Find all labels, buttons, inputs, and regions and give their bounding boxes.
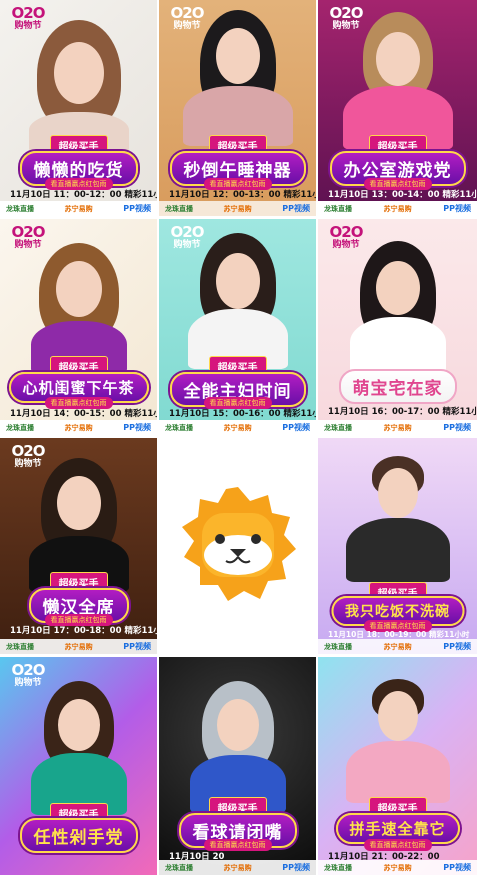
poster-tile[interactable]: O2O 购物节 超级买手 办公室游戏党 看直播赢点红包雨 11月10日 13：00… — [318, 0, 477, 216]
host-photo — [24, 237, 134, 373]
poster-schedule: 11月10日 11：00-12：00 精彩11小时 — [10, 190, 157, 200]
poster-tile[interactable]: O2O 购物节 超级买手 懒懒的吃货 看直播赢点红包雨 11月10日 11：00-… — [0, 0, 157, 216]
sponsor-bar: 龙珠直播 苏宁易购 PP视频 — [159, 420, 316, 435]
host-photo — [183, 681, 293, 813]
host-photo — [182, 10, 293, 146]
poster-tile[interactable]: 超级买手 拼手速全靠它 看直播赢点红包雨 11月10日 21：00-22：00 … — [318, 657, 477, 875]
sponsor-bar: 龙珠直播 苏宁易购 PP视频 — [318, 201, 477, 216]
host-photo — [343, 452, 453, 582]
poster-schedule: 11月10日 17：00-18：00 精彩11小时 — [10, 626, 157, 636]
sponsor-bar: 龙珠直播 苏宁易购 PP视频 — [318, 860, 477, 875]
host-photo — [343, 241, 453, 373]
suning-lion-logo-tile[interactable] — [159, 438, 316, 654]
host-photo — [343, 675, 453, 805]
poster-tile[interactable]: O2O 购物节 超级买手 秒倒午睡神器 看直播赢点红包雨 11月10日 12：00… — [159, 0, 316, 216]
poster-tile[interactable]: O2O购物节 萌宝宅在家 11月10日 16：00-17：00 精彩11小时 龙… — [318, 219, 477, 435]
host-photo — [24, 20, 134, 152]
host-photo — [24, 458, 134, 592]
sponsor-bar: 龙珠直播 苏宁易购 PP视频 — [0, 201, 157, 216]
poster-tile[interactable]: O2O 购物节 超级买手 全能主妇时间 看直播赢点红包雨 11月10日 15：00… — [159, 219, 316, 435]
poster-grid: O2O 购物节 超级买手 懒懒的吃货 看直播赢点红包雨 11月10日 11：00-… — [0, 0, 477, 875]
poster-tile[interactable]: O2O 购物节 超级买手 心机闺蜜下午茶 看直播赢点红包雨 11月10日 14：0… — [0, 219, 157, 435]
poster-title: 萌宝宅在家 — [338, 369, 457, 404]
sponsor-bar: 龙珠直播 苏宁易购 PP视频 — [318, 420, 477, 435]
poster-schedule: 11月10日 15：00-16：00 精彩11小时 — [169, 409, 316, 419]
sponsor-bar: 龙珠直播 苏宁易购 PP视频 — [318, 639, 477, 654]
sponsor-bar: 龙珠直播 苏宁易购 PP视频 — [0, 639, 157, 654]
poster-tile[interactable]: O2O 购物节 超级买手 任性剁手党 — [0, 657, 157, 875]
lion-logo-icon — [182, 487, 296, 601]
sponsor-bar: 龙珠直播 苏宁易购 PP视频 — [159, 201, 316, 216]
poster-tile[interactable]: 超级买手 看球请闭嘴 看直播赢点红包雨 11月10日 20 龙珠直播 苏宁易购 PP… — [159, 657, 316, 875]
poster-schedule: 11月10日 16：00-17：00 精彩11小时 — [328, 407, 477, 417]
poster-schedule: 11月10日 12：00-13：00 精彩11小时 — [169, 190, 316, 200]
poster-schedule: 11月10日 14：00-15：00 精彩11小时 — [10, 409, 157, 419]
host-photo — [342, 12, 453, 150]
host-photo — [183, 233, 293, 369]
poster-schedule: 11月10日 13：00-14：00 精彩11小时 — [328, 190, 477, 200]
sponsor-bar: 龙珠直播 苏宁易购 PP视频 — [159, 860, 316, 875]
poster-title: 任性剁手党 — [19, 818, 138, 853]
poster-tile[interactable]: O2O 购物节 超级买手 懒汉全席 看直播赢点红包雨 11月10日 17：00-1… — [0, 438, 157, 654]
poster-tile[interactable]: 超级买手 我只吃饭不洗碗 看直播赢点红包雨 11月10日 18：00-19：00… — [318, 438, 477, 654]
host-photo — [24, 681, 134, 815]
sponsor-bar: 龙珠直播 苏宁易购 PP视频 — [0, 420, 157, 435]
